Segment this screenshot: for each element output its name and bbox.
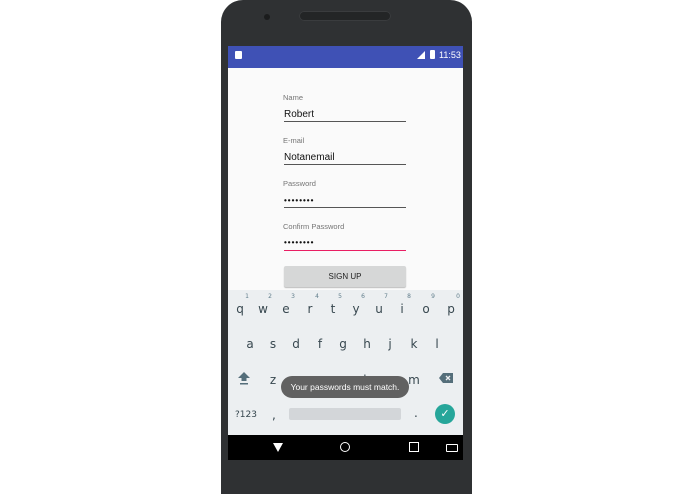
password-field[interactable]: ••••••••: [284, 195, 404, 207]
key-hint-9: 9: [431, 293, 435, 300]
key-t[interactable]: t: [323, 302, 343, 316]
key-i[interactable]: i: [392, 302, 412, 316]
confirm-password-underline: [284, 250, 406, 251]
name-field[interactable]: Robert: [284, 109, 404, 121]
name-field-underline: [284, 121, 406, 122]
signup-button[interactable]: SIGN UP: [284, 266, 406, 287]
key-o[interactable]: o: [416, 302, 436, 316]
password-label: Password: [283, 179, 316, 188]
password-field-underline: [284, 207, 406, 208]
recents-square-icon[interactable]: [409, 442, 419, 452]
period-key[interactable]: .: [414, 406, 418, 420]
key-d[interactable]: d: [286, 337, 306, 351]
key-z[interactable]: z: [263, 373, 283, 387]
spacebar[interactable]: [289, 408, 401, 420]
battery-icon: [430, 50, 435, 59]
key-a[interactable]: a: [240, 337, 260, 351]
key-w[interactable]: w: [253, 302, 273, 316]
earpiece-speaker: [299, 11, 391, 21]
key-s[interactable]: s: [263, 337, 283, 351]
comma-key[interactable]: ,: [272, 408, 276, 422]
key-k[interactable]: k: [404, 337, 424, 351]
key-hint-1: 1: [245, 293, 249, 300]
key-hint-4: 4: [315, 293, 319, 300]
front-camera: [264, 14, 270, 20]
key-hint-7: 7: [384, 293, 388, 300]
backspace-icon[interactable]: [439, 373, 453, 383]
key-hint-5: 5: [338, 293, 342, 300]
email-field[interactable]: Notanemail: [284, 152, 404, 164]
sd-card-icon: [235, 51, 242, 59]
signal-icon: [417, 51, 425, 59]
key-g[interactable]: g: [333, 337, 353, 351]
enter-key[interactable]: ✓: [435, 404, 455, 424]
key-hint-2: 2: [268, 293, 272, 300]
status-bar: 11:53: [228, 46, 463, 68]
soft-keyboard: 1 2 3 4 5 6 7 8 9 0 q w e r t y u i o p …: [228, 290, 463, 435]
shift-icon[interactable]: [237, 371, 251, 385]
key-p[interactable]: p: [441, 302, 461, 316]
key-h[interactable]: h: [357, 337, 377, 351]
email-field-underline: [284, 164, 406, 165]
key-y[interactable]: y: [346, 302, 366, 316]
key-l[interactable]: l: [427, 337, 447, 351]
key-e[interactable]: e: [276, 302, 296, 316]
key-hint-0: 0: [456, 293, 460, 300]
symbols-key[interactable]: ?123: [235, 410, 257, 420]
key-u[interactable]: u: [369, 302, 389, 316]
phone-bottom-bezel: [221, 460, 472, 494]
key-hint-3: 3: [291, 293, 295, 300]
key-j[interactable]: j: [380, 337, 400, 351]
name-label: Name: [283, 93, 304, 102]
confirm-password-label: Confirm Password: [283, 222, 345, 231]
email-label: E-mail: [283, 136, 305, 145]
key-q[interactable]: q: [230, 302, 250, 316]
confirm-password-field[interactable]: ••••••••: [284, 237, 404, 249]
navigation-bar: [228, 435, 463, 460]
keyboard-icon[interactable]: [446, 444, 458, 452]
key-r[interactable]: r: [300, 302, 320, 316]
status-time: 11:53: [439, 50, 461, 60]
key-hint-8: 8: [407, 293, 411, 300]
home-circle-icon[interactable]: [340, 442, 350, 452]
toast-message: Your passwords must match.: [281, 376, 409, 398]
key-hint-6: 6: [361, 293, 365, 300]
checkmark-icon: ✓: [440, 407, 450, 420]
back-triangle-icon[interactable]: [273, 443, 283, 452]
key-f[interactable]: f: [310, 337, 330, 351]
device-screen: 11:53 Name Robert E-mail Notanemail Pass…: [228, 46, 463, 460]
